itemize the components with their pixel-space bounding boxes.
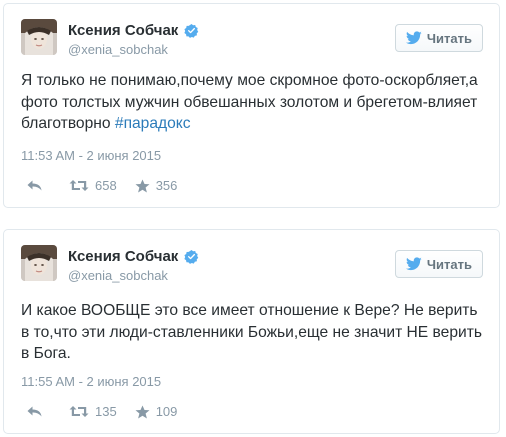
- avatar[interactable]: [21, 19, 57, 55]
- hashtag-link[interactable]: #парадокс: [115, 115, 191, 132]
- author-handle[interactable]: @xenia_sobchak: [68, 268, 168, 283]
- tweet-actions: 135 109: [26, 404, 177, 419]
- tweet-card: Ксения Собчак @xenia_sobchak Читать Я то…: [3, 3, 500, 208]
- reply-icon: [27, 406, 42, 417]
- retweet-button[interactable]: 658: [69, 178, 117, 193]
- twitter-bird-icon: [405, 31, 422, 45]
- follow-button[interactable]: Читать: [394, 24, 483, 52]
- author-name[interactable]: Ксения Собчак: [68, 22, 199, 39]
- tweet-actions: 658 356: [26, 178, 177, 193]
- tweet-text-body: Я только не понимаю,почему мое скромное …: [21, 72, 478, 132]
- reply-button[interactable]: [26, 405, 43, 418]
- favorite-count: 356: [155, 178, 178, 193]
- follow-button-label: Читать: [426, 256, 472, 272]
- reply-button[interactable]: [26, 179, 43, 192]
- tweet-timestamp[interactable]: 11:55 AM - 2 июня 2015: [21, 374, 161, 389]
- tweet-text: Я только не понимаю,почему мое скромное …: [21, 70, 485, 135]
- retweet-icon: [69, 180, 89, 191]
- favorite-count: 109: [155, 404, 178, 419]
- favorite-button[interactable]: 356: [135, 178, 178, 193]
- author-name-text[interactable]: Ксения Собчак: [68, 248, 178, 265]
- author-name-text[interactable]: Ксения Собчак: [68, 22, 178, 39]
- tweet-timestamp[interactable]: 11:53 AM - 2 июня 2015: [21, 148, 161, 163]
- tweet-card: Ксения Собчак @xenia_sobchak Читать И ка…: [3, 229, 500, 434]
- favorite-button[interactable]: 109: [135, 404, 178, 419]
- retweet-icon: [69, 406, 89, 417]
- retweet-count: 135: [95, 404, 117, 419]
- tweet-text: И какое ВООБЩЕ это все имеет отношение к…: [21, 300, 485, 365]
- retweet-count: 658: [95, 178, 117, 193]
- verified-badge-icon: [184, 23, 199, 38]
- follow-button-label: Читать: [426, 30, 472, 46]
- retweet-button[interactable]: 135: [69, 404, 117, 419]
- reply-icon: [27, 180, 42, 191]
- tweet-text-body: И какое ВООБЩЕ это все имеет отношение к…: [21, 302, 482, 362]
- follow-button[interactable]: Читать: [394, 250, 483, 278]
- avatar[interactable]: [21, 245, 57, 281]
- twitter-bird-icon: [405, 257, 422, 271]
- star-icon: [135, 179, 150, 192]
- verified-badge-icon: [184, 249, 199, 264]
- author-handle[interactable]: @xenia_sobchak: [68, 42, 168, 57]
- star-icon: [135, 405, 150, 418]
- author-name[interactable]: Ксения Собчак: [68, 248, 199, 265]
